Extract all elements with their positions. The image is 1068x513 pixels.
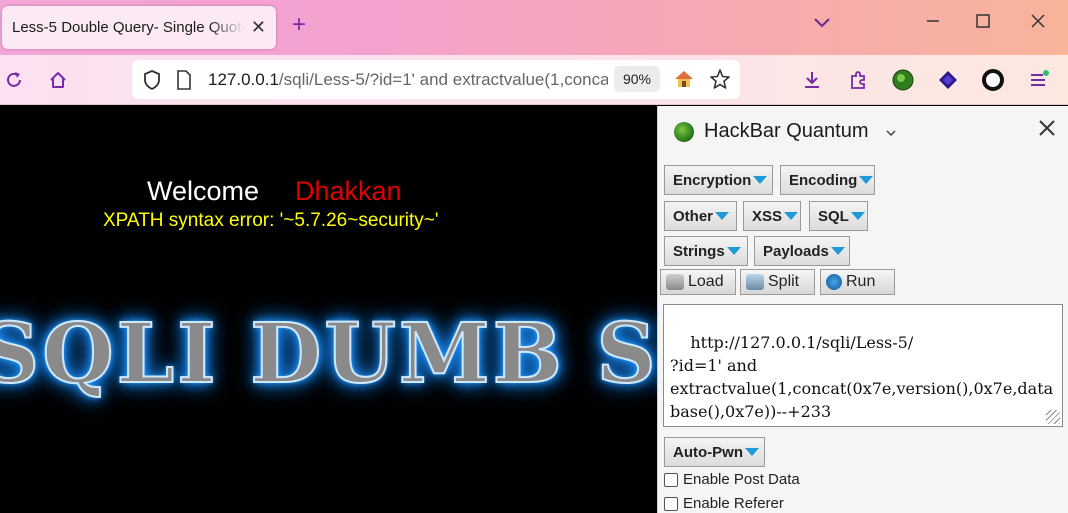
circle-extension-icon[interactable] — [981, 68, 1005, 92]
close-panel-icon[interactable] — [1037, 118, 1057, 143]
other-label: Other — [673, 207, 714, 225]
house-extension-icon[interactable] — [672, 67, 696, 91]
new-tab-icon[interactable]: + — [292, 13, 306, 37]
bookmark-star-icon[interactable] — [708, 67, 732, 91]
dhakkan-text: Dhakkan — [295, 176, 402, 206]
xss-menu-button[interactable]: XSS — [743, 201, 801, 231]
payloads-menu-button[interactable]: Payloads — [754, 236, 850, 266]
page-info-icon[interactable] — [172, 68, 196, 92]
shield-icon[interactable] — [140, 68, 164, 92]
sql-menu-button[interactable]: SQL — [809, 201, 868, 231]
sqli-banner-image: SQLI DUMB SERIES — [0, 305, 657, 403]
caret-down-icon — [830, 247, 845, 255]
layers-extension-icon[interactable] — [936, 68, 960, 92]
split-label: Split — [768, 273, 800, 290]
maximize-icon[interactable] — [976, 14, 990, 34]
auto-pwn-label: Auto-Pwn — [673, 443, 743, 461]
home-icon[interactable] — [46, 68, 70, 92]
caret-down-icon — [784, 212, 799, 220]
split-button[interactable]: Split — [740, 269, 815, 295]
url-textarea-value: http://127.0.0.1/sqli/Less-5/ ?id=1' and… — [670, 333, 1054, 421]
caret-down-icon — [859, 176, 874, 184]
url-host: 127.0.0.1 — [208, 70, 279, 89]
run-button[interactable]: Run — [820, 269, 895, 295]
enable-referer-label: Enable Referer — [683, 495, 784, 512]
caret-down-icon — [715, 212, 730, 220]
downloads-icon[interactable] — [800, 68, 824, 92]
enable-post-data-row[interactable]: Enable Post Data — [664, 471, 800, 488]
url-text[interactable]: 127.0.0.1/sqli/Less-5/?id=1' and extract… — [208, 70, 608, 90]
caret-down-icon — [726, 247, 741, 255]
reload-icon[interactable] — [2, 68, 26, 92]
encoding-menu-button[interactable]: Encoding — [780, 165, 875, 195]
url-textarea[interactable]: http://127.0.0.1/sqli/Less-5/ ?id=1' and… — [663, 304, 1063, 427]
list-all-tabs-icon[interactable] — [814, 14, 830, 34]
hackbar-header: HackBar Quantum — [658, 106, 1068, 156]
extensions-puzzle-icon[interactable] — [846, 68, 870, 92]
enable-referer-row[interactable]: Enable Referer — [664, 495, 784, 512]
zoom-level[interactable]: 90% — [614, 66, 660, 92]
payloads-label: Payloads — [763, 242, 829, 260]
browser-tab[interactable]: Less-5 Double Query- Single Quotes- Stri… — [2, 6, 276, 49]
run-label: Run — [846, 273, 876, 290]
load-label: Load — [688, 273, 724, 290]
tab-title: Less-5 Double Query- Single Quotes- Stri… — [12, 19, 244, 36]
hackbar-logo-icon — [674, 122, 694, 142]
app-menu-icon[interactable] — [1027, 68, 1051, 92]
auto-pwn-menu-button[interactable]: Auto-Pwn — [664, 437, 765, 467]
enable-post-data-label: Enable Post Data — [683, 471, 800, 488]
hackbar-extension-icon[interactable] — [891, 68, 915, 92]
other-menu-button[interactable]: Other — [664, 201, 737, 231]
caret-down-icon — [753, 176, 768, 184]
load-icon — [666, 274, 684, 290]
nav-bar: 127.0.0.1/sqli/Less-5/?id=1' and extract… — [0, 55, 1068, 105]
page-content: Welcome Dhakkan XPATH syntax error: '~5.… — [0, 106, 657, 513]
enable-referer-checkbox[interactable] — [664, 496, 678, 511]
xpath-error-text: XPATH syntax error: '~5.7.26~security~' — [103, 210, 439, 231]
url-bar[interactable]: 127.0.0.1/sqli/Less-5/?id=1' and extract… — [132, 60, 740, 99]
load-button[interactable]: Load — [660, 269, 736, 295]
encryption-label: Encryption — [673, 171, 752, 189]
split-icon — [746, 274, 764, 290]
hackbar-panel: HackBar Quantum Encryption Encoding Othe… — [657, 106, 1068, 513]
run-icon — [826, 274, 842, 290]
caret-down-icon — [850, 212, 865, 220]
hackbar-title[interactable]: HackBar Quantum — [704, 120, 869, 143]
caret-down-icon — [744, 448, 759, 456]
minimize-icon[interactable] — [926, 14, 940, 34]
encoding-label: Encoding — [789, 171, 858, 189]
strings-menu-button[interactable]: Strings — [664, 236, 748, 266]
sql-label: SQL — [818, 207, 849, 225]
welcome-text: Welcome — [147, 176, 260, 206]
enable-post-data-checkbox[interactable] — [664, 472, 678, 487]
encryption-menu-button[interactable]: Encryption — [664, 165, 773, 195]
xss-label: XSS — [752, 207, 783, 225]
strings-label: Strings — [673, 242, 725, 260]
close-window-icon[interactable] — [1031, 14, 1045, 34]
resize-grip-icon[interactable] — [1046, 410, 1060, 424]
chevron-down-icon[interactable] — [886, 124, 896, 140]
close-tab-icon[interactable]: ✕ — [251, 17, 266, 37]
title-bar: Less-5 Double Query- Single Quotes- Stri… — [0, 0, 1068, 55]
url-path: /sqli/Less-5/?id=1' and extractvalue(1,c… — [278, 70, 608, 89]
